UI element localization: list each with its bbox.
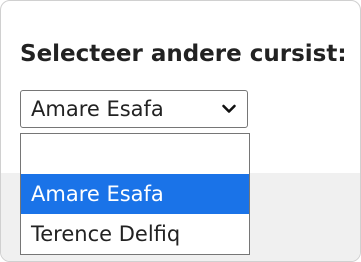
option-empty[interactable]	[21, 134, 249, 174]
select-label: Selecteer andere cursist:	[20, 41, 347, 67]
option-amare-esafa[interactable]: Amare Esafa	[21, 174, 249, 214]
select-current-value: Amare Esafa	[31, 97, 164, 121]
student-select[interactable]: Amare Esafa	[20, 90, 248, 128]
dialog-card: Selecteer andere cursist: Amare Esafa Am…	[0, 0, 361, 262]
select-options-list: Amare Esafa Terence Delfiq	[20, 133, 250, 255]
chevron-down-icon	[222, 104, 236, 113]
option-terence-delfiq[interactable]: Terence Delfiq	[21, 214, 249, 254]
